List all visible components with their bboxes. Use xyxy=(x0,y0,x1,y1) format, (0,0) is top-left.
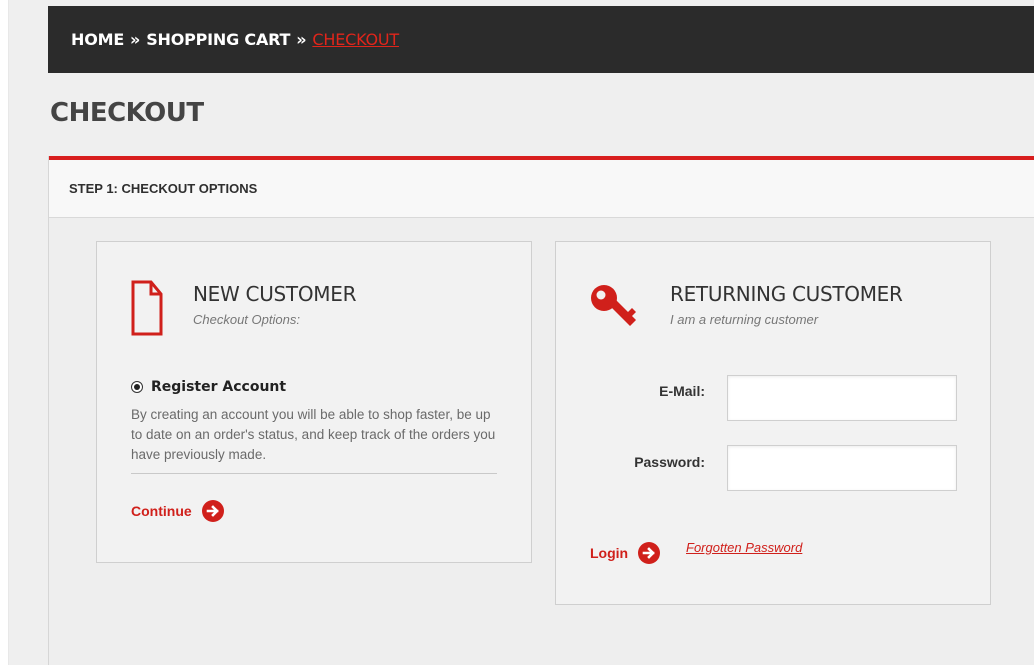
divider xyxy=(131,473,497,474)
continue-label: Continue xyxy=(131,503,192,519)
password-field[interactable] xyxy=(727,445,957,491)
returning-customer-subtitle: I am a returning customer xyxy=(670,312,819,327)
password-label: Password: xyxy=(634,454,705,470)
forgotten-password-link[interactable]: Forgotten Password xyxy=(686,540,802,555)
step-heading: STEP 1: CHECKOUT OPTIONS xyxy=(69,181,258,196)
key-icon xyxy=(591,285,636,326)
breadcrumb-current-link[interactable]: CHECKOUT xyxy=(312,30,399,49)
arrow-right-icon xyxy=(201,500,224,522)
page-title: CHECKOUT xyxy=(50,98,204,128)
checkout-step-panel: STEP 1: CHECKOUT OPTIONS NEW CUSTOMER Ch… xyxy=(48,156,1034,665)
breadcrumb-separator: » xyxy=(130,30,141,49)
returning-customer-box: RETURNING CUSTOMER I am a returning cust… xyxy=(555,241,991,605)
breadcrumb-home-link[interactable]: HOME xyxy=(71,30,124,49)
returning-customer-title: RETURNING CUSTOMER xyxy=(670,282,903,306)
new-customer-subtitle: Checkout Options: xyxy=(193,312,300,327)
arrow-right-icon xyxy=(638,542,661,564)
login-label: Login xyxy=(590,545,629,561)
login-button[interactable]: Login xyxy=(590,542,661,564)
breadcrumb-cart-link[interactable]: SHOPPING CART xyxy=(146,30,290,49)
breadcrumb-separator: » xyxy=(296,30,307,49)
document-icon xyxy=(131,280,163,336)
continue-button[interactable]: Continue xyxy=(131,500,224,522)
register-description: By creating an account you will be able … xyxy=(131,407,496,462)
new-customer-title: NEW CUSTOMER xyxy=(193,282,357,306)
register-account-radio[interactable] xyxy=(131,381,143,393)
email-field[interactable] xyxy=(727,375,957,421)
register-account-label: Register Account xyxy=(151,379,287,395)
new-customer-box: NEW CUSTOMER Checkout Options: Register … xyxy=(96,241,532,563)
register-account-option[interactable]: Register Account xyxy=(131,379,286,395)
email-label: E-Mail: xyxy=(659,383,705,399)
step-heading-bar[interactable]: STEP 1: CHECKOUT OPTIONS xyxy=(49,160,1034,218)
breadcrumb: HOME » SHOPPING CART » CHECKOUT xyxy=(48,6,1034,73)
left-gutter xyxy=(0,0,9,665)
